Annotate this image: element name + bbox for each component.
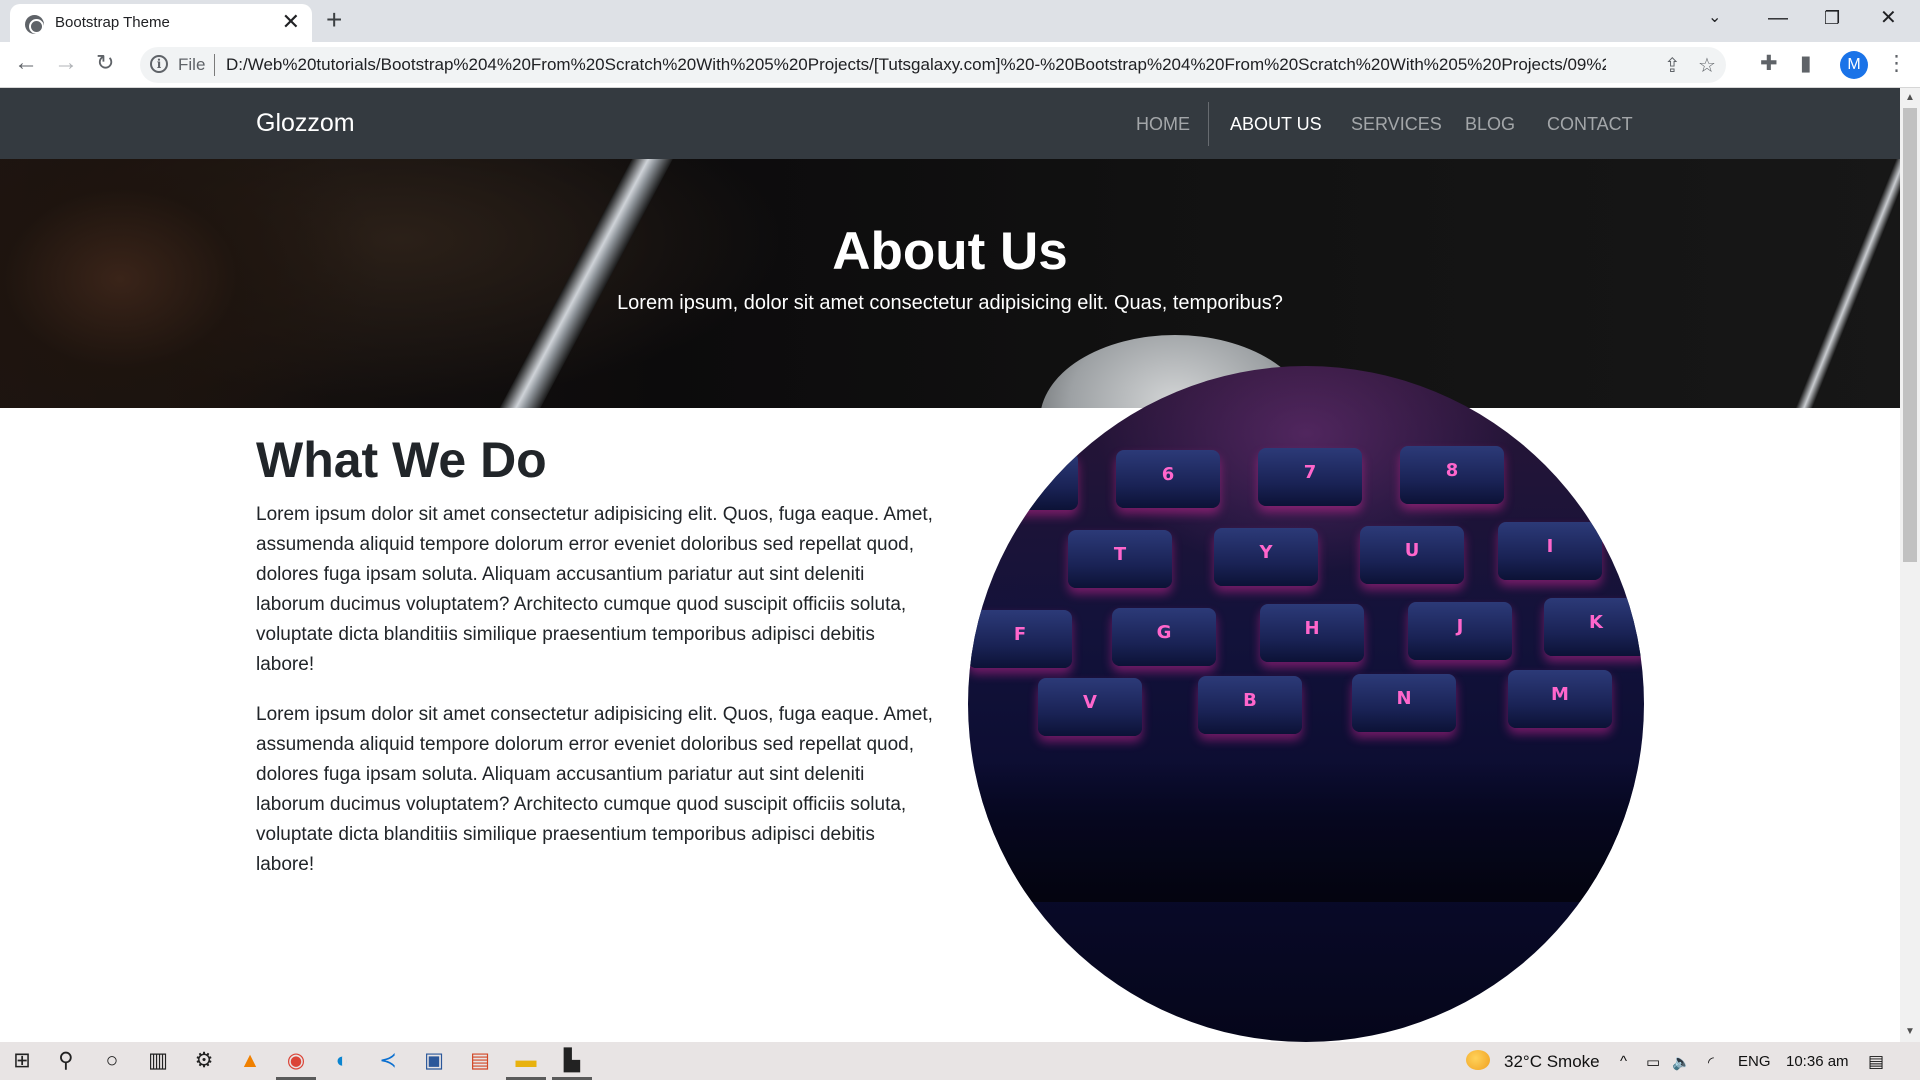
keyboard-key: I xyxy=(1498,522,1602,580)
volume-icon[interactable]: 🔈 xyxy=(1672,1053,1691,1071)
site-brand[interactable]: Glozzom xyxy=(256,109,355,138)
windows-start-icon[interactable]: ⊞ xyxy=(8,1048,36,1074)
word-icon[interactable]: ▣ xyxy=(420,1048,448,1074)
restore-icon[interactable]: ❐ xyxy=(1824,6,1840,30)
keyboard-key: 5 xyxy=(974,452,1078,510)
task-view-icon[interactable]: ▥ xyxy=(144,1048,172,1074)
weather-text[interactable]: 32°C Smoke xyxy=(1504,1052,1600,1072)
keyboard-key: J xyxy=(1408,602,1512,660)
keyboard-key: M xyxy=(1508,670,1612,728)
vlc-icon[interactable]: ▲ xyxy=(236,1048,264,1074)
wifi-icon[interactable]: ◜ xyxy=(1708,1053,1714,1071)
sticky-icon[interactable]: ▙ xyxy=(558,1048,586,1074)
hero-title: About Us xyxy=(832,222,1068,281)
minimize-icon[interactable]: — xyxy=(1768,6,1788,30)
page-scrollbar[interactable]: ▲ ▼ xyxy=(1900,88,1920,1042)
new-tab-button[interactable]: + xyxy=(326,5,342,35)
forward-arrow-icon[interactable]: → xyxy=(54,50,78,76)
chrome-icon[interactable]: ◉ xyxy=(282,1048,310,1074)
keyboard-key: H xyxy=(1260,604,1364,662)
scroll-down-icon[interactable]: ▼ xyxy=(1900,1024,1920,1040)
close-window-icon[interactable]: ✕ xyxy=(1880,6,1897,30)
nav-contact[interactable]: CONTACT xyxy=(1547,114,1633,135)
settings-icon[interactable]: ⚙ xyxy=(190,1048,218,1074)
info-icon[interactable]: i xyxy=(150,55,168,73)
omnibox-divider xyxy=(214,54,215,76)
tray-chevron-icon[interactable]: ^ xyxy=(1620,1053,1627,1070)
page-viewport: Glozzom HOME ABOUT US SERVICES BLOG CONT… xyxy=(0,88,1900,1042)
search-icon[interactable]: ⚲ xyxy=(52,1048,80,1074)
tab-search-icon[interactable]: ⌄ xyxy=(1708,6,1721,30)
content-paragraph: Lorem ipsum dolor sit amet consectetur a… xyxy=(256,504,933,675)
url-text[interactable]: D:/Web%20tutorials/Bootstrap%204%20From%… xyxy=(226,55,1606,75)
close-tab-icon[interactable]: ✕ xyxy=(282,11,300,33)
battery-icon[interactable]: ▭ xyxy=(1646,1053,1660,1071)
keyboard-key: K xyxy=(1544,598,1644,656)
keyboard-key: 6 xyxy=(1116,450,1220,508)
share-icon[interactable]: ⇪ xyxy=(1664,53,1681,78)
nav-blog[interactable]: BLOG xyxy=(1465,114,1515,135)
reload-icon[interactable]: ↻ xyxy=(96,50,114,76)
menu-dots-icon[interactable]: ⋮ xyxy=(1886,51,1907,77)
keyboard-key: T xyxy=(1068,530,1172,588)
nav-about-us[interactable]: ABOUT US xyxy=(1230,114,1322,135)
keyboard-key: 8 xyxy=(1400,446,1504,504)
scrollbar-thumb[interactable] xyxy=(1903,108,1917,562)
powerpoint-icon[interactable]: ▤ xyxy=(466,1048,494,1074)
keyboard-key: G xyxy=(1112,608,1216,666)
tab-title: Bootstrap Theme xyxy=(55,14,170,31)
scroll-up-icon[interactable]: ▲ xyxy=(1900,90,1920,106)
profile-avatar[interactable]: M xyxy=(1840,51,1868,79)
hero-background-highlight xyxy=(477,159,679,408)
hero-background-highlight xyxy=(1780,159,1900,408)
cortana-icon[interactable]: ○ xyxy=(98,1048,126,1074)
keyboard-key: 7 xyxy=(1258,448,1362,506)
clock[interactable]: 10:36 am xyxy=(1786,1053,1849,1070)
browser-toolbar: ← → ↻ i File D:/Web%20tutorials/Bootstra… xyxy=(0,42,1920,88)
file-explorer-icon[interactable]: ▬ xyxy=(512,1048,540,1074)
nav-divider xyxy=(1208,102,1209,146)
protocol-label: File xyxy=(178,55,206,74)
sidebar-icon[interactable]: ▮ xyxy=(1800,51,1812,77)
keyboard-key: N xyxy=(1352,674,1456,732)
hero-banner: About Us Lorem ipsum, dolor sit amet con… xyxy=(0,159,1900,408)
keyboard-key: Y xyxy=(1214,528,1318,586)
browser-tab-strip: Bootstrap Theme ✕ + ⌄ — ❐ ✕ xyxy=(0,0,1920,42)
notification-icon[interactable]: ▤ xyxy=(1868,1052,1884,1072)
edge-icon[interactable]: ◐ xyxy=(328,1048,356,1074)
star-icon[interactable]: ☆ xyxy=(1698,53,1716,78)
hero-subtitle: Lorem ipsum, dolor sit amet consectetur … xyxy=(617,292,1283,314)
keyboard-key: B xyxy=(1198,676,1302,734)
back-arrow-icon[interactable]: ← xyxy=(14,50,38,76)
vscode-icon[interactable]: ≺ xyxy=(374,1048,402,1074)
nav-home[interactable]: HOME xyxy=(1136,114,1190,135)
language-indicator[interactable]: ENG xyxy=(1738,1053,1771,1070)
keyboard-circle-image: 5 6 7 8 T Y U I F G H J K V B N M xyxy=(968,366,1644,1042)
windows-taskbar: ⊞ ⚲ ○ ▥ ⚙ ▲ ◉ ◐ ≺ ▣ ▤ ▬ ▙ 32°C Smoke ^ ▭… xyxy=(0,1042,1920,1080)
weather-icon xyxy=(1466,1050,1490,1070)
content-paragraph: Lorem ipsum dolor sit amet consectetur a… xyxy=(256,704,933,875)
browser-tab[interactable]: Bootstrap Theme ✕ xyxy=(10,4,312,42)
keyboard-key: V xyxy=(1038,678,1142,736)
address-bar[interactable]: i File D:/Web%20tutorials/Bootstrap%204%… xyxy=(140,47,1726,83)
section-title: What We Do xyxy=(256,432,547,488)
site-navbar: Glozzom HOME ABOUT US SERVICES BLOG CONT… xyxy=(0,88,1900,159)
keyboard-key: U xyxy=(1360,526,1464,584)
globe-icon xyxy=(25,15,44,34)
keyboard-base-shadow xyxy=(968,762,1644,902)
keyboard-key: F xyxy=(968,610,1072,668)
extensions-icon[interactable]: ✚ xyxy=(1760,51,1778,77)
nav-services[interactable]: SERVICES xyxy=(1351,114,1442,135)
